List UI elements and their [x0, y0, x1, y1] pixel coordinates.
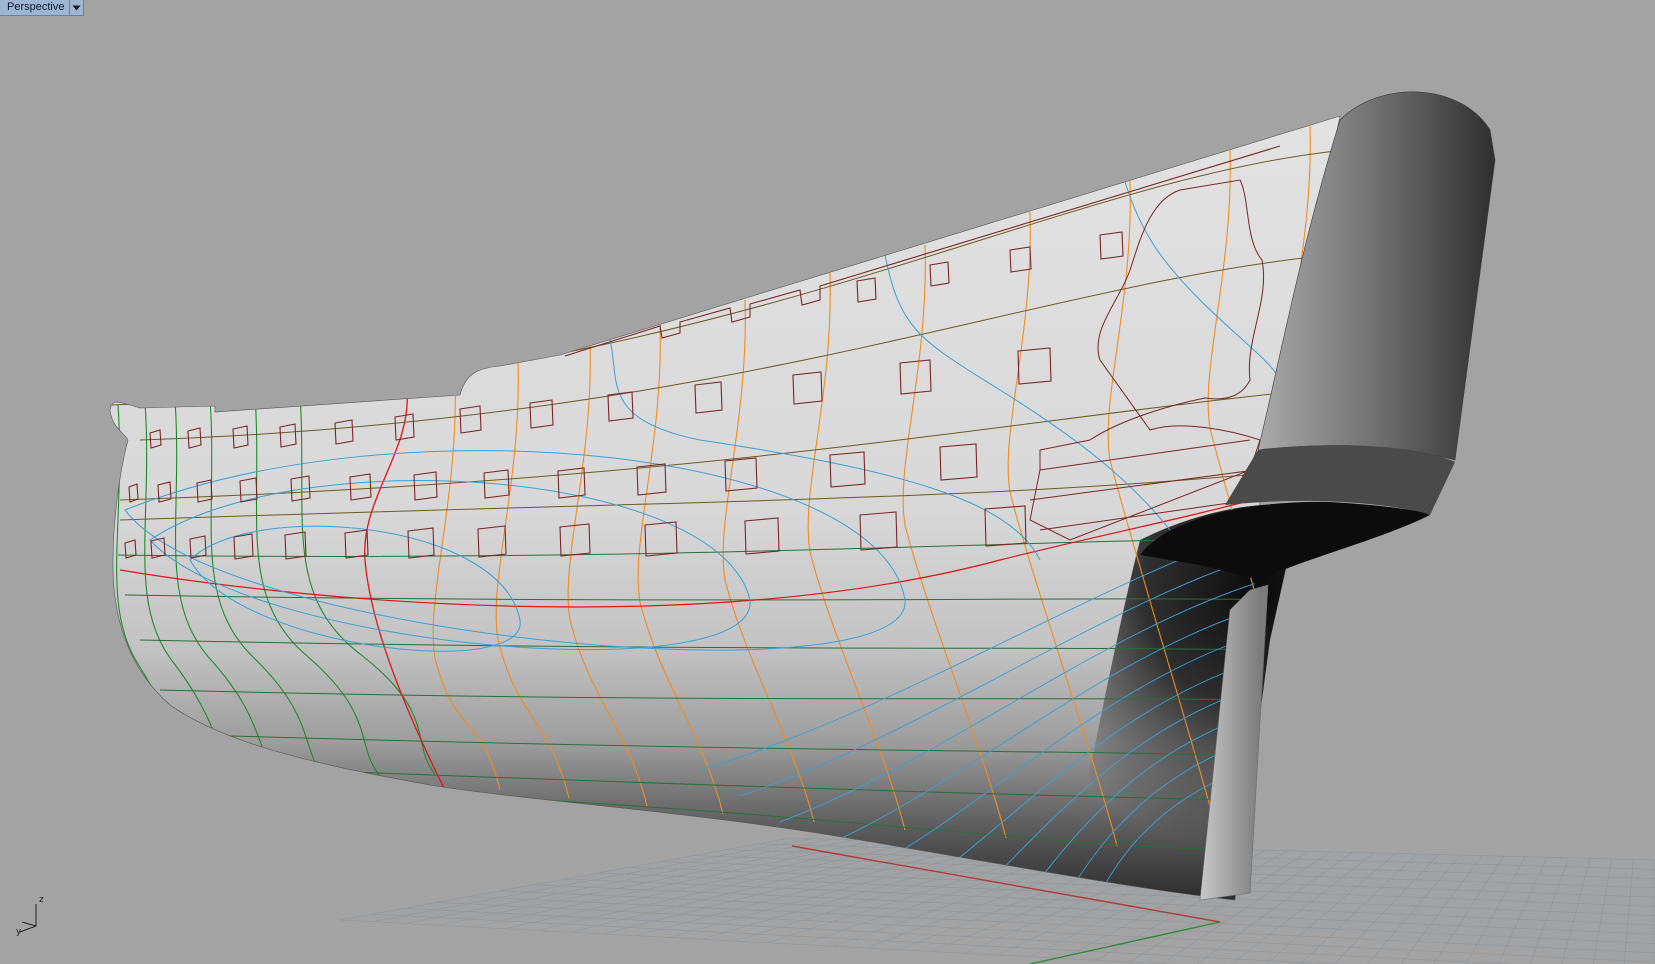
- axis-z-label: z: [39, 895, 44, 905]
- viewport-title-tab[interactable]: Perspective: [0, 0, 85, 16]
- viewport-scene: z y: [16, 91, 1655, 964]
- perspective-viewport[interactable]: Perspective z y: [0, 0, 1655, 964]
- axis-y-label: y: [16, 927, 22, 937]
- axis-orientation-widget: z y: [16, 895, 44, 937]
- ship-hull-model[interactable]: [109, 91, 1496, 964]
- viewport-menu-button[interactable]: [69, 0, 83, 15]
- world-y-axis: [1029, 921, 1221, 964]
- viewport-name-label[interactable]: Perspective: [0, 0, 69, 15]
- triangle-down-icon: [72, 5, 81, 10]
